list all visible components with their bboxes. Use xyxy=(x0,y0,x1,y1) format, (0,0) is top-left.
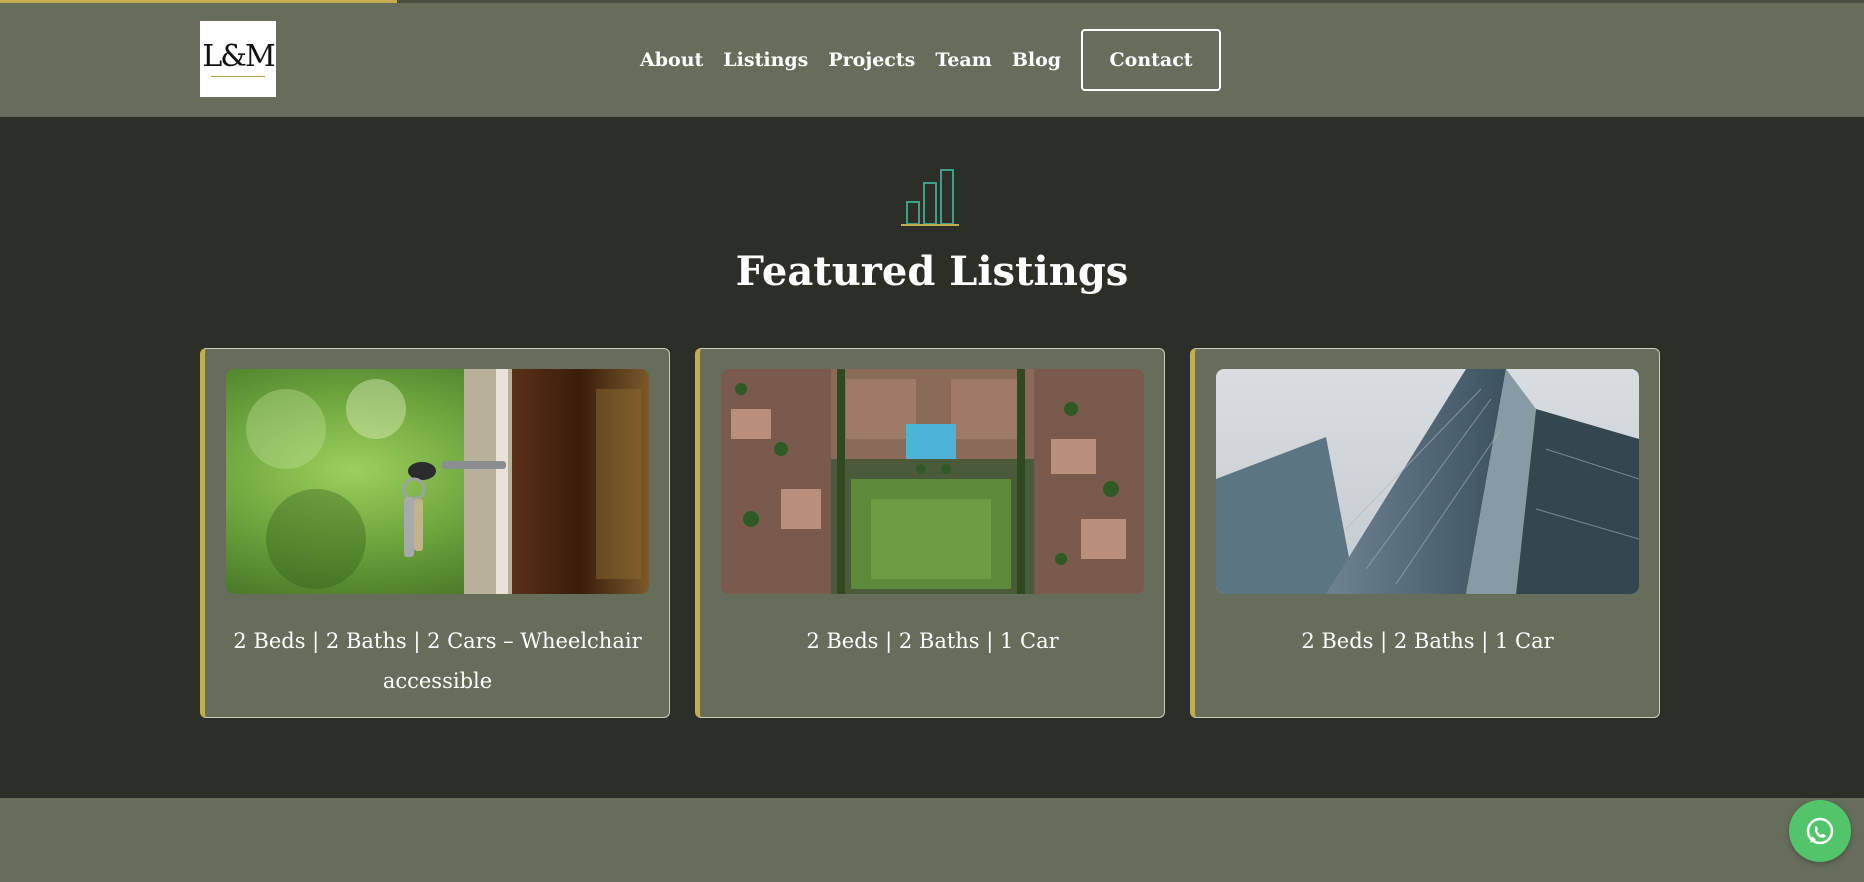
listing-description: 2 Beds | 2 Baths | 2 Cars – Wheelchair a… xyxy=(233,629,642,693)
nav-link-projects[interactable]: Projects xyxy=(828,49,915,71)
brand-logo[interactable]: L&M xyxy=(200,21,276,97)
listing-image-key-in-door[interactable] xyxy=(226,369,649,594)
section-title: Featured Listings xyxy=(735,248,1129,295)
whatsapp-chat-button[interactable] xyxy=(1789,800,1851,862)
listing-card[interactable]: 2 Beds | 2 Baths | 2 Cars – Wheelchair a… xyxy=(200,348,670,718)
footer-band xyxy=(0,798,1864,882)
whatsapp-icon xyxy=(1806,817,1834,845)
logo-text: L&M xyxy=(202,38,275,74)
listing-image-aerial-estate[interactable] xyxy=(721,369,1144,594)
nav-link-team[interactable]: Team xyxy=(935,49,991,71)
main-nav: About Listings Projects Team Blog Contac… xyxy=(640,27,1222,93)
listing-image-glass-towers[interactable] xyxy=(1216,369,1639,594)
scroll-progress-bar xyxy=(0,0,1864,3)
listing-card[interactable]: 2 Beds | 2 Baths | 1 Car xyxy=(695,348,1165,718)
nav-link-about[interactable]: About xyxy=(640,49,703,71)
logo-underline xyxy=(211,75,265,77)
site-header: L&M About Listings Projects Team Blog Co… xyxy=(0,0,1864,117)
scroll-progress-fill xyxy=(0,0,398,3)
contact-button[interactable]: Contact xyxy=(1081,29,1222,91)
listing-description: 2 Beds | 2 Baths | 1 Car xyxy=(1301,629,1554,653)
listing-card[interactable]: 2 Beds | 2 Baths | 1 Car xyxy=(1190,348,1660,718)
listing-description: 2 Beds | 2 Baths | 1 Car xyxy=(806,629,1059,653)
bar-chart-icon xyxy=(901,169,959,226)
nav-link-listings[interactable]: Listings xyxy=(723,49,808,71)
nav-link-blog[interactable]: Blog xyxy=(1012,49,1061,71)
